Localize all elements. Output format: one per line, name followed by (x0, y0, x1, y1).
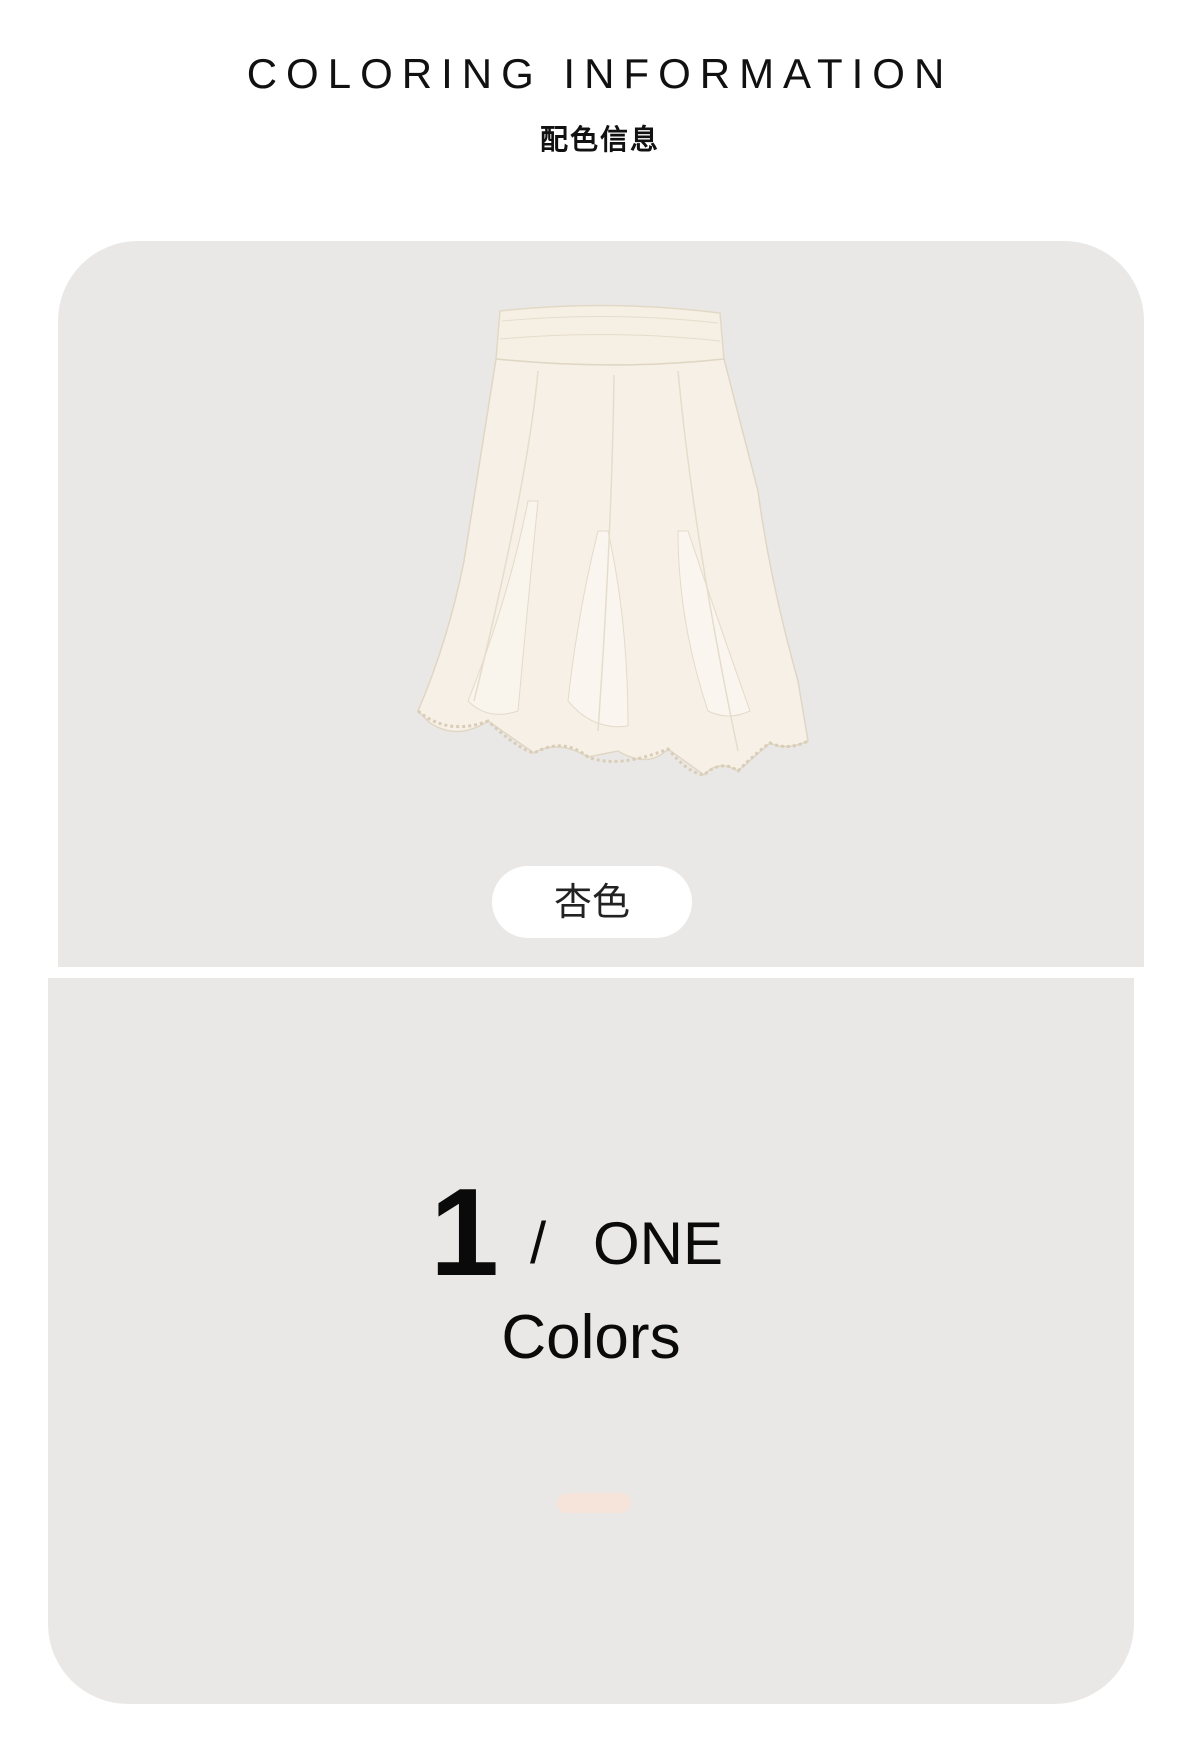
section-title-en: COLORING INFORMATION (246, 50, 954, 97)
color-count-number: 1 (430, 1164, 499, 1302)
product-color-card: 杏色 (58, 241, 1144, 967)
skirt-icon (417, 304, 809, 777)
color-name-badge: 杏色 (492, 866, 692, 938)
page-header: COLORING INFORMATION 配色信息 (0, 0, 1200, 200)
color-count-row: 1 / ONE (48, 1164, 1134, 1302)
color-count-word: ONE (593, 1210, 724, 1277)
colors-label: Colors (501, 1303, 681, 1372)
color-swatch (557, 1493, 631, 1513)
color-count-card: 1 / ONE Colors (48, 978, 1134, 1704)
count-separator: / (530, 1211, 547, 1276)
section-title-zh: 配色信息 (539, 123, 660, 156)
